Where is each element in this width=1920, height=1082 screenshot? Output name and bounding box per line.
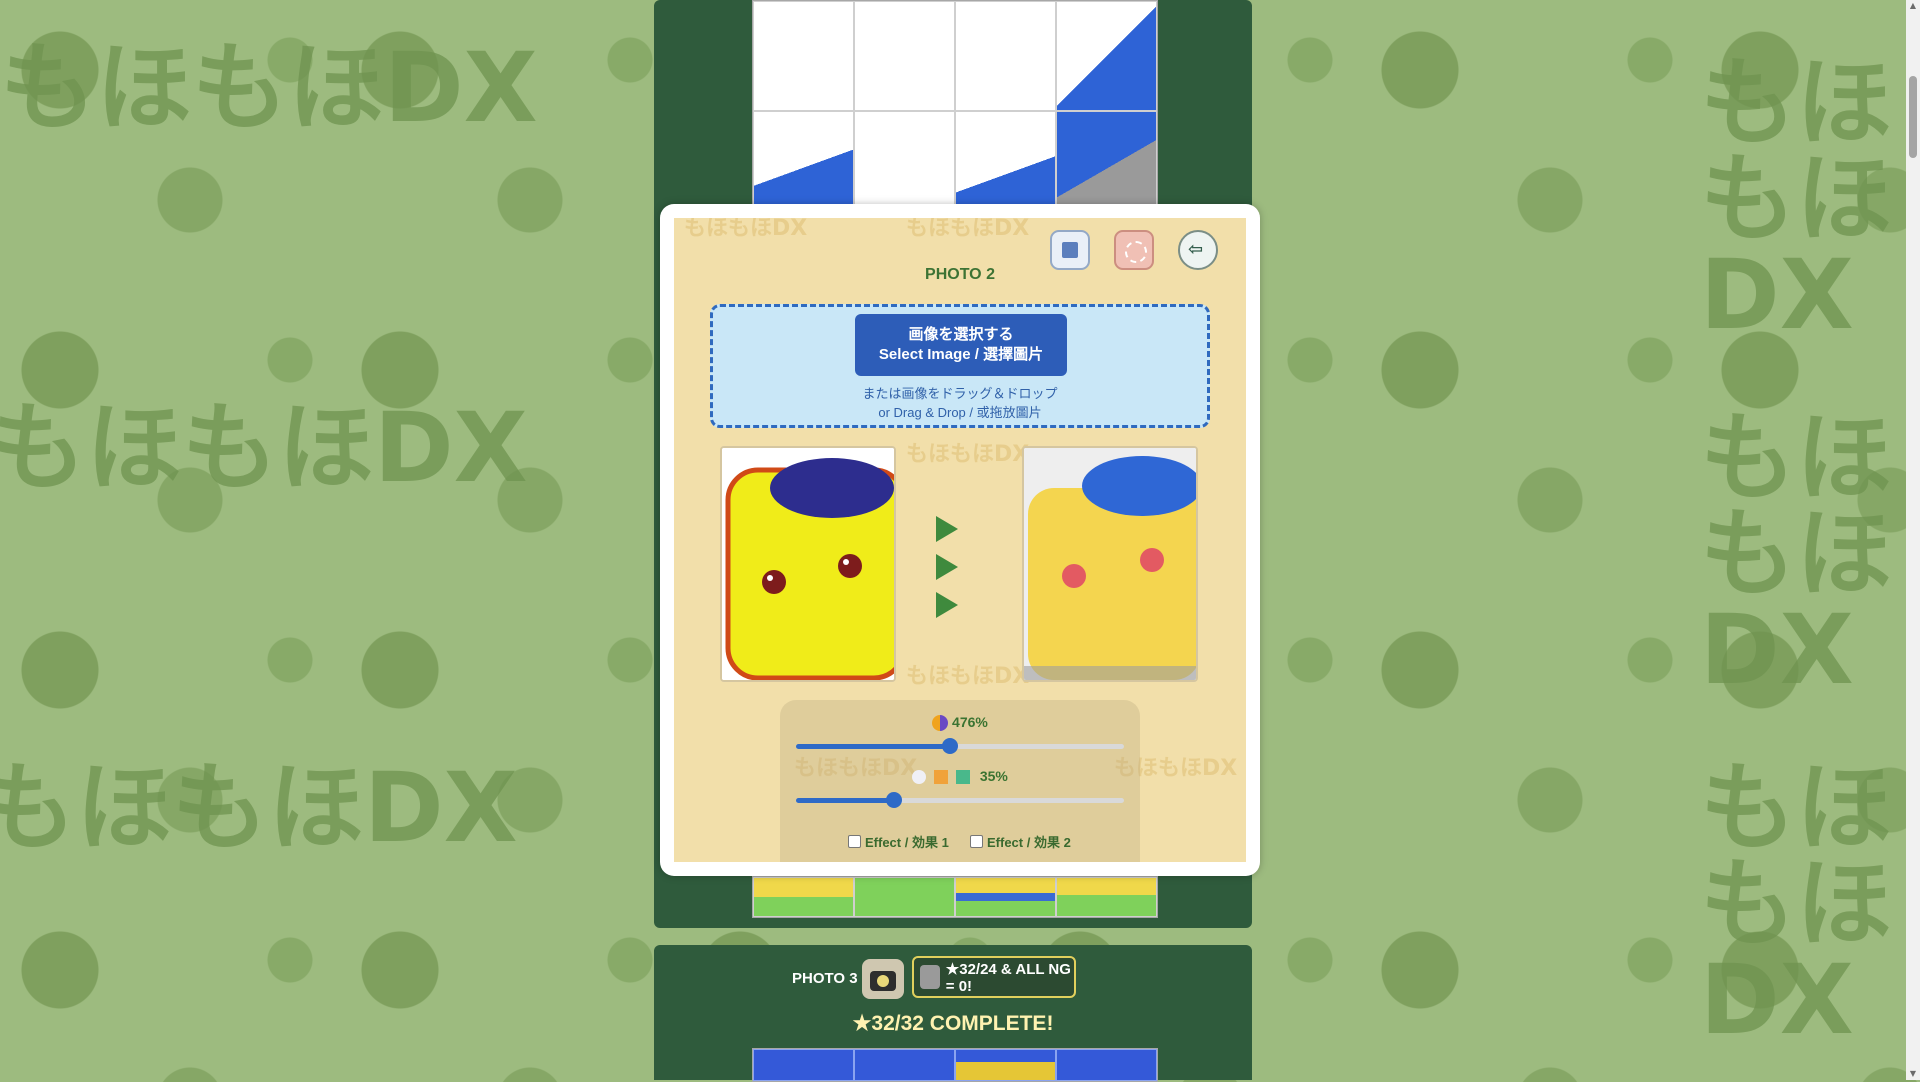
photo-2-grid[interactable]	[752, 0, 1158, 212]
grid-cell[interactable]	[854, 1049, 955, 1081]
page-scrollbar[interactable]	[1906, 0, 1920, 1080]
save-button[interactable]	[1050, 230, 1090, 270]
slider-2-fill	[796, 798, 895, 803]
contrast-icon	[932, 715, 949, 732]
grid-cell[interactable]	[753, 111, 854, 211]
grid-cell[interactable]	[854, 1, 955, 111]
background-logo-text: もほもほDX	[1700, 47, 1892, 351]
grid-cell[interactable]	[955, 1049, 1056, 1081]
color-swatch-white-icon	[912, 770, 927, 785]
grid-cell[interactable]	[1056, 111, 1157, 211]
effect-1-label: Effect / 効果 1	[865, 835, 949, 850]
effect-1-checkbox[interactable]: Effect / 効果 1	[848, 832, 949, 851]
effect-1-checkbox-box[interactable]	[848, 835, 861, 848]
grid-cell[interactable]	[854, 111, 955, 211]
photo-2-grid-bottom[interactable]	[752, 876, 1158, 918]
dialog-title: PHOTO 2	[925, 266, 995, 283]
achievement-text: ★32/24 & ALL NG = 0!	[945, 960, 1071, 995]
grid-cell[interactable]	[1056, 877, 1157, 917]
dialog-watermark: もほもほDX	[906, 442, 1030, 467]
dialog-watermark: もほもほDX	[906, 218, 1030, 241]
slider-1-fill	[796, 744, 951, 749]
slider-1-row: 476%	[780, 714, 1140, 732]
save-icon	[1062, 242, 1078, 258]
photo-3-label: PHOTO 3	[792, 970, 858, 987]
image-drop-zone[interactable]: 画像を選択する Select Image / 選擇圖片 または画像をドラッグ＆ド…	[710, 304, 1210, 428]
grid-cell[interactable]	[753, 1, 854, 111]
trophy-icon	[920, 965, 940, 989]
drop-hint-line-2: or Drag & Drop / 或拖放圖片	[878, 405, 1042, 420]
camera-icon[interactable]	[862, 959, 904, 999]
drop-hint-text: または画像をドラッグ＆ドロップ or Drag & Drop / 或拖放圖片	[713, 384, 1207, 422]
background-logo-text: もほもほDX	[1700, 402, 1892, 706]
slider-2-row: 35%	[780, 768, 1140, 785]
completion-status: ★32/32 COMPLETE!	[852, 1012, 1054, 1035]
grid-cell[interactable]	[753, 877, 854, 917]
sparkle-icon	[1125, 241, 1147, 263]
slider-1-track[interactable]	[796, 738, 1124, 754]
dialog-content: もほもほDX もほもほDX もほもほDX もほもほDX もほもほDX もほもほD…	[674, 218, 1246, 862]
slider-1-handle[interactable]	[942, 738, 959, 754]
scrollbar-thumb[interactable]	[1909, 76, 1917, 158]
grid-cell[interactable]	[955, 111, 1056, 211]
slider-2-track[interactable]	[796, 792, 1124, 808]
drop-hint-line-1: または画像をドラッグ＆ドロップ	[862, 386, 1058, 401]
adjustment-panel: 476% 35% Effect / 効果 1 Effect / 効果 2	[780, 700, 1140, 862]
pixelated-image-preview	[1022, 446, 1198, 682]
effect-2-checkbox-box[interactable]	[970, 835, 983, 848]
scroll-up-icon[interactable]: ▲	[1909, 2, 1917, 10]
conversion-arrow-icon	[936, 554, 958, 580]
conversion-arrow-icon	[936, 516, 958, 542]
background-logo-text: もほもほDX	[0, 752, 518, 864]
background-logo-text: もほもほDX	[0, 32, 538, 144]
scroll-down-icon[interactable]: ▼	[1909, 1070, 1917, 1078]
background-logo-text: もほもほDX	[1700, 752, 1892, 1056]
grid-cell[interactable]	[1056, 1, 1157, 111]
dialog-watermark: もほもほDX	[906, 664, 1030, 689]
photo-settings-dialog: もほもほDX もほもほDX もほもほDX もほもほDX もほもほDX もほもほD…	[660, 204, 1260, 876]
background-logo-text: もほもほDX	[0, 392, 528, 504]
select-image-label-2: Select Image / 選擇圖片	[878, 346, 1044, 363]
effect-button[interactable]	[1114, 230, 1154, 270]
effect-2-label: Effect / 効果 2	[987, 835, 1071, 850]
back-arrow-icon: ⇦	[1188, 239, 1204, 260]
grid-cell[interactable]	[955, 1, 1056, 111]
photo-3-panel: PHOTO 3 ★32/24 & ALL NG = 0! ★32/32 COMP…	[654, 945, 1252, 1082]
grid-cell[interactable]	[1056, 1049, 1157, 1081]
slider-2-handle[interactable]	[886, 792, 903, 808]
grid-cell[interactable]	[955, 877, 1056, 917]
slider-1-value: 476%	[952, 714, 988, 730]
slider-2-value: 35%	[979, 768, 1008, 784]
achievement-badge: ★32/24 & ALL NG = 0!	[912, 956, 1076, 998]
grid-cell[interactable]	[854, 877, 955, 917]
select-image-button[interactable]: 画像を選択する Select Image / 選擇圖片	[855, 314, 1067, 376]
color-swatch-orange-icon	[934, 770, 949, 785]
color-swatch-green-icon	[955, 770, 970, 785]
effect-2-checkbox[interactable]: Effect / 効果 2	[970, 832, 1071, 851]
dialog-watermark: もほもほDX	[684, 218, 808, 241]
back-button[interactable]: ⇦	[1178, 230, 1218, 270]
select-image-label-1: 画像を選択する	[908, 326, 1014, 343]
conversion-arrow-icon	[936, 592, 958, 618]
photo-3-grid[interactable]	[752, 1048, 1158, 1082]
original-image-preview	[720, 446, 896, 682]
grid-cell[interactable]	[753, 1049, 854, 1081]
